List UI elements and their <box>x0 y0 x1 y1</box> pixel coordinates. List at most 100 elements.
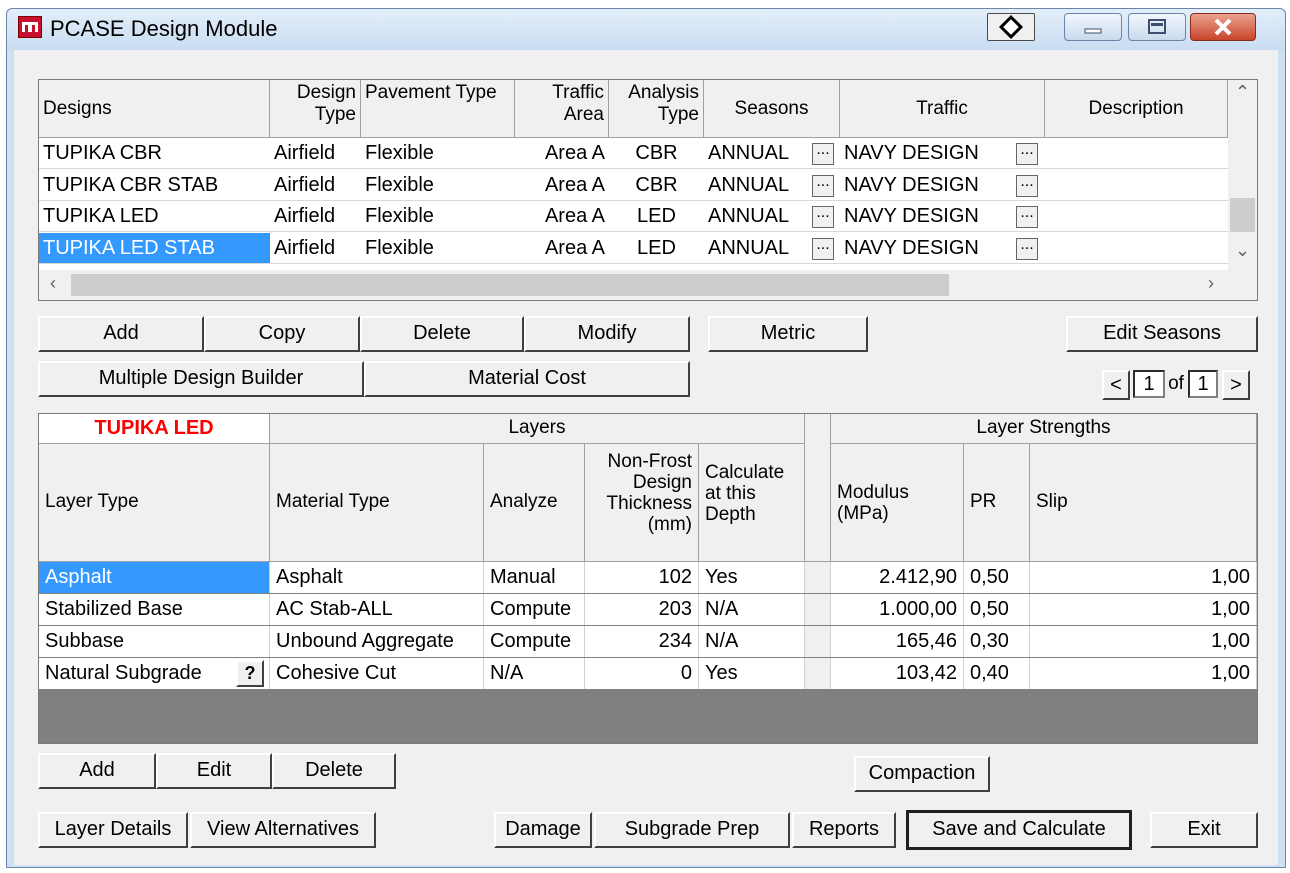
view-alternatives-button[interactable]: View Alternatives <box>190 812 376 848</box>
design-name-cell[interactable]: TUPIKA CBR STAB <box>39 170 270 201</box>
layer-row[interactable]: Natural Subgrade Cohesive Cut N/A 0 Yes 103,4… <box>39 658 1257 689</box>
col-header-layer-type[interactable]: Layer Type <box>39 444 270 562</box>
subgrade-prep-button[interactable]: Subgrade Prep <box>594 812 790 848</box>
traffic-cell[interactable]: NAVY DESIGN <box>840 138 1015 169</box>
designs-grid[interactable]: Designs Design Type Pavement Type Traffi… <box>38 79 1258 301</box>
add-layer-button[interactable]: Add <box>38 753 156 789</box>
slip-cell[interactable]: 1,00 <box>1030 658 1257 689</box>
maximize-button[interactable] <box>1128 13 1186 41</box>
design-row[interactable]: TUPIKA CBR Airfield Flexible Area A CBR ANNUA… <box>39 138 1228 169</box>
col-header-seasons[interactable]: Seasons <box>704 80 840 138</box>
layer-type-cell[interactable]: Stabilized Base <box>39 594 270 625</box>
modify-design-button[interactable]: Modify <box>524 316 690 352</box>
col-header-pavement-type[interactable]: Pavement Type <box>361 80 515 138</box>
traffic-area-cell[interactable]: Area A <box>515 170 609 201</box>
pager-next-button[interactable]: > <box>1222 370 1250 400</box>
traffic-cell[interactable]: NAVY DESIGN <box>840 233 1015 264</box>
design-name-cell[interactable]: TUPIKA CBR <box>39 138 270 169</box>
design-type-cell[interactable]: Airfield <box>270 170 361 201</box>
layers-grid[interactable]: TUPIKA LED Layers Layer Strengths Layer … <box>38 413 1258 744</box>
thickness-cell[interactable]: 234 <box>585 626 699 657</box>
analysis-type-cell[interactable]: LED <box>609 233 704 264</box>
pager-current-input[interactable]: 1 <box>1133 370 1165 398</box>
col-header-traffic[interactable]: Traffic <box>840 80 1045 138</box>
close-button[interactable] <box>1190 13 1256 41</box>
material-type-cell[interactable]: Cohesive Cut <box>270 658 484 689</box>
copy-design-button[interactable]: Copy <box>204 316 360 352</box>
slip-cell[interactable]: 1,00 <box>1030 626 1257 657</box>
seasons-ellipsis-button[interactable]: ... <box>812 236 834 260</box>
description-cell[interactable] <box>1045 201 1228 232</box>
traffic-area-cell[interactable]: Area A <box>515 201 609 232</box>
scroll-down-icon[interactable]: ⌄ <box>1228 240 1257 261</box>
delete-layer-button[interactable]: Delete <box>272 753 396 789</box>
designs-horizontal-scrollbar[interactable]: ‹ › <box>39 270 1257 300</box>
pr-cell[interactable]: 0,40 <box>964 658 1030 689</box>
designs-vertical-scrollbar[interactable]: ⌃ ⌄ <box>1228 80 1257 270</box>
col-header-thickness[interactable]: Non-Frost Design Thickness (mm) <box>585 444 699 562</box>
pavement-type-cell[interactable]: Flexible <box>361 138 515 169</box>
minimize-button[interactable] <box>1064 13 1122 41</box>
layer-row[interactable]: Subbase Unbound Aggregate Compute 234 N/A 165… <box>39 626 1257 657</box>
scroll-up-icon[interactable]: ⌃ <box>1228 82 1257 103</box>
scroll-right-icon[interactable]: › <box>1199 273 1223 294</box>
seasons-ellipsis-button[interactable]: ... <box>812 205 834 228</box>
col-header-description[interactable]: Description <box>1045 80 1228 138</box>
seasons-cell[interactable]: ANNUAL <box>704 170 810 201</box>
layer-row[interactable]: Stabilized Base AC Stab-ALL Compute 203 N/A 1… <box>39 594 1257 625</box>
edit-seasons-button[interactable]: Edit Seasons <box>1066 316 1258 352</box>
col-header-designs[interactable]: Designs <box>39 80 270 138</box>
exit-button[interactable]: Exit <box>1150 812 1258 848</box>
description-cell[interactable] <box>1045 233 1228 264</box>
scroll-left-icon[interactable]: ‹ <box>41 273 65 294</box>
traffic-cell[interactable]: NAVY DESIGN <box>840 170 1015 201</box>
col-header-calculate-depth[interactable]: Calculate at this Depth <box>699 444 805 562</box>
design-row[interactable]: TUPIKA LED STAB Airfield Flexible Area A LED… <box>39 232 1228 264</box>
pr-cell[interactable]: 0,50 <box>964 594 1030 625</box>
thickness-cell[interactable]: 0 <box>585 658 699 689</box>
description-cell[interactable] <box>1045 138 1228 169</box>
design-type-cell[interactable]: Airfield <box>270 138 361 169</box>
material-type-cell[interactable]: Asphalt <box>270 562 484 593</box>
calculate-depth-cell[interactable]: Yes <box>699 562 805 593</box>
thickness-cell[interactable]: 203 <box>585 594 699 625</box>
col-header-material-type[interactable]: Material Type <box>270 444 484 562</box>
compaction-button[interactable]: Compaction <box>854 756 990 792</box>
save-and-calculate-button[interactable]: Save and Calculate <box>906 810 1132 850</box>
slip-cell[interactable]: 1,00 <box>1030 594 1257 625</box>
design-name-cell[interactable]: TUPIKA LED STAB <box>39 232 270 264</box>
scroll-thumb[interactable] <box>1230 198 1255 232</box>
col-header-slip[interactable]: Slip <box>1030 444 1257 562</box>
seasons-ellipsis-button[interactable]: ... <box>812 173 834 197</box>
calculate-depth-cell[interactable]: Yes <box>699 658 805 689</box>
damage-button[interactable]: Damage <box>494 812 592 848</box>
design-name-cell[interactable]: TUPIKA LED <box>39 201 270 232</box>
seasons-cell[interactable]: ANNUAL <box>704 201 810 232</box>
analyze-cell[interactable]: Compute <box>484 626 585 657</box>
analysis-type-cell[interactable]: CBR <box>609 138 704 169</box>
add-design-button[interactable]: Add <box>38 316 204 352</box>
layer-type-cell[interactable]: Asphalt <box>39 562 270 593</box>
design-row[interactable]: TUPIKA LED Airfield Flexible Area A LED ANNUA… <box>39 201 1228 232</box>
seasons-ellipsis-button[interactable]: ... <box>812 142 834 165</box>
modulus-cell[interactable]: 103,42 <box>831 658 964 689</box>
analysis-type-cell[interactable]: LED <box>609 201 704 232</box>
layer-row[interactable]: Asphalt Asphalt Manual 102 Yes 2.412,90 0,50 1,… <box>39 562 1257 593</box>
analyze-cell[interactable]: Compute <box>484 594 585 625</box>
traffic-area-cell[interactable]: Area A <box>515 138 609 169</box>
design-type-cell[interactable]: Airfield <box>270 233 361 264</box>
metric-button[interactable]: Metric <box>708 316 868 352</box>
traffic-area-cell[interactable]: Area A <box>515 233 609 264</box>
reports-button[interactable]: Reports <box>792 812 896 848</box>
modulus-cell[interactable]: 1.000,00 <box>831 594 964 625</box>
col-header-design-type[interactable]: Design Type <box>270 80 361 138</box>
design-type-cell[interactable]: Airfield <box>270 201 361 232</box>
thickness-cell[interactable]: 102 <box>585 562 699 593</box>
col-header-analyze[interactable]: Analyze <box>484 444 585 562</box>
analysis-type-cell[interactable]: CBR <box>609 170 704 201</box>
context-help-button[interactable] <box>987 13 1035 41</box>
seasons-cell[interactable]: ANNUAL <box>704 138 810 169</box>
material-type-cell[interactable]: AC Stab-ALL <box>270 594 484 625</box>
modulus-cell[interactable]: 165,46 <box>831 626 964 657</box>
pager-prev-button[interactable]: < <box>1102 370 1130 400</box>
